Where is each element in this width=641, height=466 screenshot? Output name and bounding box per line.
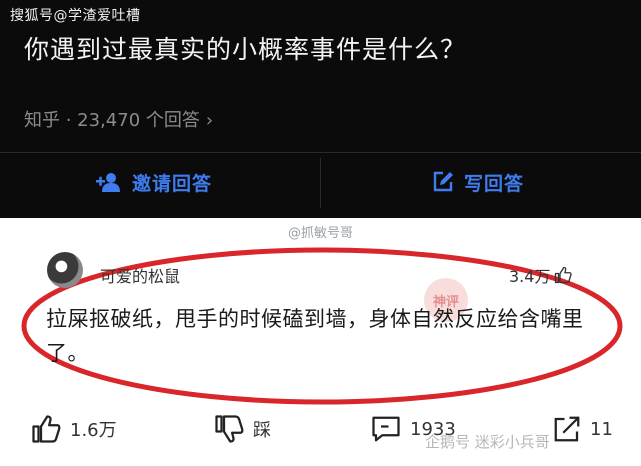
question-title[interactable]: 你遇到过最真实的小概率事件是什么？ xyxy=(24,30,466,66)
answer-count: 知乎 · 23,470 个回答 xyxy=(24,110,200,131)
thumb-up-icon xyxy=(32,415,61,443)
answer-like-count[interactable]: 3.4万 xyxy=(509,263,573,287)
share-count: 11 xyxy=(590,418,613,440)
dislike-label: 踩 xyxy=(253,420,271,441)
question-header: 搜狐号@学渣爱吐槽 你遇到过最真实的小概率事件是什么？ 知乎 · 23,470 … xyxy=(0,0,641,218)
share-button[interactable]: 11 xyxy=(552,414,613,444)
thumb-down-icon xyxy=(215,415,244,443)
penguin-watermark: 企鹅号 迷彩小兵哥 xyxy=(425,433,550,451)
like-count: 1.6万 xyxy=(70,420,117,441)
thumb-up-icon xyxy=(555,266,573,284)
dislike-button[interactable]: 踩 xyxy=(213,414,271,444)
like-button[interactable]: 1.6万 xyxy=(30,414,117,444)
chevron-right-icon: › xyxy=(205,110,214,131)
write-answer-label: 写回答 xyxy=(464,172,525,195)
author-name[interactable]: 可爱的松鼠 xyxy=(100,263,180,287)
answer-like-value: 3.4万 xyxy=(509,267,551,286)
write-answer-button[interactable]: 写回答 xyxy=(432,166,524,198)
invite-answer-label: 邀请回答 xyxy=(132,172,213,195)
weibo-watermark: @抓敏号哥 xyxy=(288,226,354,241)
add-user-icon xyxy=(96,173,120,192)
avatar[interactable] xyxy=(47,252,83,288)
edit-icon xyxy=(433,171,453,192)
question-meta[interactable]: 知乎 · 23,470 个回答 › xyxy=(24,106,213,132)
button-divider xyxy=(320,158,321,208)
source-watermark: 搜狐号@学渣爱吐槽 xyxy=(10,8,141,24)
share-icon xyxy=(554,416,580,442)
comment-icon xyxy=(372,416,400,442)
invite-answer-button[interactable]: 邀请回答 xyxy=(96,166,212,198)
header-divider xyxy=(0,152,641,153)
answer-text: 拉屎抠破纸，甩手的时候磕到墙，身体自然反应给含嘴里了。 xyxy=(46,307,584,365)
